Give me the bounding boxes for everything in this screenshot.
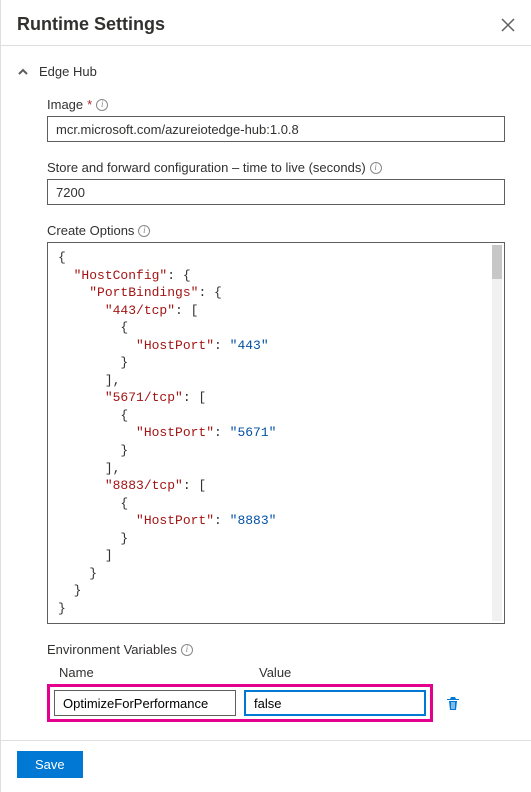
- create-options-label-text: Create Options: [47, 223, 134, 238]
- image-label-text: Image: [47, 97, 83, 112]
- env-col-name-header: Name: [59, 665, 251, 680]
- create-options-label: Create Options i: [47, 223, 523, 238]
- ttl-label: Store and forward configuration – time t…: [47, 160, 523, 175]
- env-vars-row: [47, 684, 523, 722]
- image-label: Image * i: [47, 97, 523, 112]
- json-key: "5671/tcp": [105, 390, 183, 405]
- required-asterisk: *: [87, 97, 92, 112]
- json-key: "HostPort": [136, 513, 214, 528]
- highlight-box: [47, 684, 433, 722]
- create-options-group: Create Options i { "HostConfig": { "Port…: [47, 223, 523, 624]
- info-icon[interactable]: i: [138, 225, 150, 237]
- json-value: "8883": [230, 513, 277, 528]
- code-scrollbar-track: [492, 245, 502, 621]
- json-key: "HostConfig": [74, 268, 168, 283]
- ttl-input[interactable]: [47, 179, 505, 205]
- env-vars-header-row: Name Value: [47, 661, 523, 684]
- close-icon[interactable]: [501, 18, 515, 32]
- runtime-settings-panel: Runtime Settings Edge Hub Image * i Stor…: [0, 0, 531, 792]
- section-toggle-edge-hub[interactable]: Edge Hub: [17, 64, 523, 79]
- ttl-label-text: Store and forward configuration – time t…: [47, 160, 366, 175]
- env-var-value-input[interactable]: [244, 690, 426, 716]
- info-icon[interactable]: i: [96, 99, 108, 111]
- panel-header: Runtime Settings: [1, 0, 531, 46]
- panel-title: Runtime Settings: [17, 14, 165, 35]
- section-title: Edge Hub: [39, 64, 97, 79]
- panel-content[interactable]: Edge Hub Image * i Store and forward con…: [1, 46, 531, 740]
- json-value: "5671": [230, 425, 277, 440]
- env-col-value-header: Value: [259, 665, 451, 680]
- code-scrollbar-thumb[interactable]: [492, 245, 502, 279]
- chevron-up-icon: [17, 66, 29, 78]
- json-key: "HostPort": [136, 425, 214, 440]
- env-vars-label: Environment Variables i: [47, 642, 523, 657]
- env-var-name-input[interactable]: [54, 690, 236, 716]
- image-input[interactable]: [47, 116, 505, 142]
- json-key: "8883/tcp": [105, 478, 183, 493]
- json-key: "PortBindings": [89, 285, 198, 300]
- json-key: "HostPort": [136, 338, 214, 353]
- env-vars-group: Environment Variables i Name Value: [47, 642, 523, 722]
- panel-footer: Save: [1, 740, 531, 792]
- json-key: "443/tcp": [105, 303, 175, 318]
- save-button[interactable]: Save: [17, 751, 83, 778]
- info-icon[interactable]: i: [370, 162, 382, 174]
- env-vars-label-text: Environment Variables: [47, 642, 177, 657]
- delete-icon[interactable]: [445, 695, 461, 711]
- ttl-field-group: Store and forward configuration – time t…: [47, 160, 523, 205]
- json-value: "443": [230, 338, 269, 353]
- image-field-group: Image * i: [47, 97, 523, 142]
- info-icon[interactable]: i: [181, 644, 193, 656]
- create-options-editor[interactable]: { "HostConfig": { "PortBindings": { "443…: [47, 242, 505, 624]
